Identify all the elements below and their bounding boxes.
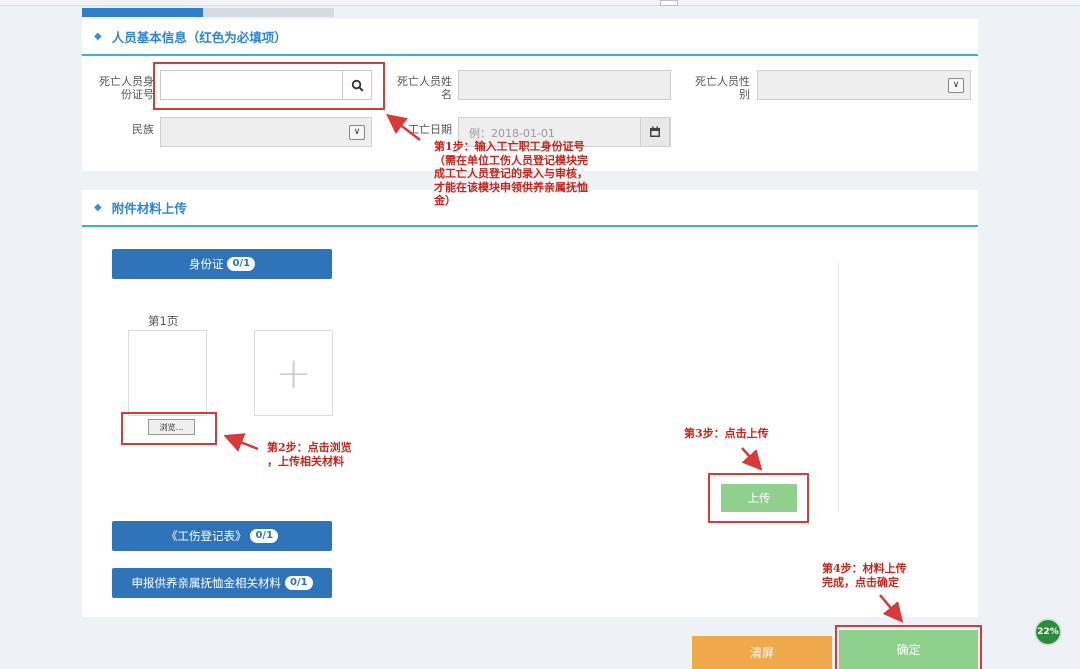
- step2-arrow: [223, 433, 259, 452]
- step1-arrow: [386, 113, 421, 141]
- step2-line: 第2步：点击浏览: [267, 441, 352, 454]
- step4-note: 第4步：材料上传 完成，点击确定: [822, 562, 907, 589]
- step2-line: ，上传相关材料: [267, 454, 344, 468]
- step1-line: 才能在该模块申领供养亲属抚恤: [434, 180, 588, 194]
- step1-line: 第1步：输入工亡职工身份证号: [434, 140, 585, 153]
- annotation-arrows: [223, 113, 904, 623]
- step1-line: 金）: [434, 194, 456, 207]
- step1-line: 成工亡人员登记的录入与审核，: [434, 167, 588, 180]
- speed-badge[interactable]: 22%: [1034, 618, 1062, 646]
- step3-note: 第3步：点击上传: [684, 427, 769, 440]
- step2-note: 第2步：点击浏览 ，上传相关材料: [267, 441, 352, 468]
- step4-line: 第4步：材料上传: [822, 562, 907, 575]
- step1-note: 第1步：输入工亡职工身份证号 （需在单位工伤人员登记模块完 成工亡人员登记的录入…: [434, 140, 588, 208]
- step4-line: 完成，点击确定: [822, 575, 899, 589]
- step1-line: （需在单位工伤人员登记模块完: [434, 153, 588, 167]
- step3-arrow: [741, 447, 763, 471]
- step4-arrow: [879, 594, 904, 623]
